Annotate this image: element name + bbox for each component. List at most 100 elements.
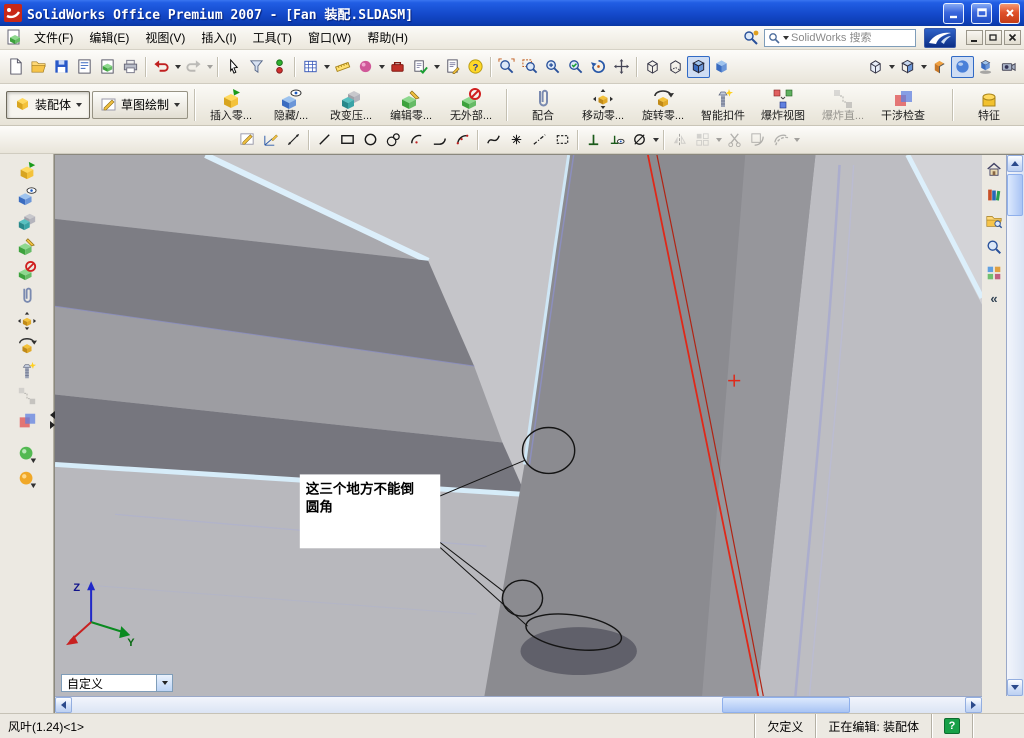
edit-part-button[interactable]	[14, 233, 40, 258]
mirror-entities-button[interactable]	[668, 129, 691, 151]
physical-simulation-button[interactable]	[14, 466, 40, 491]
menu-tools[interactable]: 工具(T)	[245, 26, 300, 49]
edit-part-button[interactable]: 编辑零...	[382, 86, 440, 124]
solidworks-resources-button[interactable]	[984, 159, 1004, 179]
vertical-scrollbar[interactable]	[1006, 155, 1024, 696]
selection-filter-button[interactable]	[245, 56, 268, 78]
dimension-caret-icon[interactable]	[651, 129, 660, 151]
scroll-up-button[interactable]	[1007, 155, 1023, 172]
offset-caret-icon[interactable]	[792, 129, 801, 151]
search-caret-icon[interactable]	[783, 35, 789, 40]
3point-arc-button[interactable]	[451, 129, 474, 151]
rotate-view-button[interactable]	[587, 56, 610, 78]
measure-button[interactable]	[331, 56, 354, 78]
shadows-button[interactable]	[974, 56, 997, 78]
make-assembly-button[interactable]	[96, 56, 119, 78]
rotate-component-button[interactable]	[14, 333, 40, 358]
vertical-scroll-thumb[interactable]	[1007, 174, 1023, 216]
appearance-caret-icon[interactable]	[377, 56, 386, 78]
task-pane-collapse-button[interactable]: «	[984, 289, 1004, 309]
redo-button[interactable]	[182, 56, 205, 78]
mate-button[interactable]: 配合	[514, 86, 572, 124]
panel-splitter[interactable]	[48, 406, 56, 434]
zoom-in-out-button[interactable]	[541, 56, 564, 78]
make-drawing-button[interactable]	[73, 56, 96, 78]
move-component-button[interactable]: 移动零...	[574, 86, 632, 124]
select-button[interactable]	[222, 56, 245, 78]
save-button[interactable]	[50, 56, 73, 78]
view-selector-dropdown-icon[interactable]	[156, 675, 172, 691]
shaded-with-edges-button[interactable]	[687, 55, 710, 78]
smart-dimension-button[interactable]	[282, 129, 305, 151]
print-button[interactable]	[119, 56, 142, 78]
standard-views-button[interactable]	[864, 56, 887, 78]
change-suppression-button[interactable]: 改变压...	[322, 86, 380, 124]
appearance-button[interactable]	[354, 56, 377, 78]
document-icon[interactable]	[6, 29, 23, 46]
view-selector[interactable]: 自定义	[61, 674, 173, 692]
hide-show-components-button[interactable]: 隐藏/...	[262, 86, 320, 124]
design-checker-caret-icon[interactable]	[432, 56, 441, 78]
menu-insert[interactable]: 插入(I)	[193, 26, 244, 49]
tangent-arc-button[interactable]	[428, 129, 451, 151]
scroll-down-button[interactable]	[1007, 679, 1023, 696]
linear-pattern-caret-icon[interactable]	[714, 129, 723, 151]
close-button[interactable]	[999, 2, 1020, 24]
no-external-references-button[interactable]: 无外部...	[442, 86, 500, 124]
new-document-button[interactable]	[4, 56, 27, 78]
tab-sketch[interactable]: 草图绘制	[92, 90, 189, 119]
design-checker-button[interactable]	[409, 56, 432, 78]
report-button[interactable]	[441, 56, 464, 78]
tab-assembly-caret-icon[interactable]	[76, 102, 83, 107]
zoom-to-selection-button[interactable]	[564, 56, 587, 78]
viewport-canvas[interactable]: 这三个地方不能倒 圆角 Z Y	[55, 155, 982, 696]
shaded-button[interactable]	[710, 56, 733, 78]
hidden-lines-button[interactable]	[664, 56, 687, 78]
file-explorer-button[interactable]	[984, 211, 1004, 231]
undo-caret-icon[interactable]	[173, 56, 182, 78]
smart-fasteners-button[interactable]: 智能扣件	[694, 86, 752, 124]
3d-sketch-button[interactable]	[259, 129, 282, 151]
search-input[interactable]	[791, 31, 912, 44]
menu-window[interactable]: 窗口(W)	[300, 26, 359, 49]
display-relations-button[interactable]	[605, 129, 628, 151]
centerline-button[interactable]	[528, 129, 551, 151]
design-library-button[interactable]	[984, 185, 1004, 205]
exploded-view-button[interactable]: 爆炸视图	[754, 86, 812, 124]
camera-views-button[interactable]	[997, 56, 1020, 78]
menu-edit[interactable]: 编辑(E)	[81, 26, 137, 49]
move-component-button[interactable]	[14, 308, 40, 333]
maximize-button[interactable]	[971, 2, 992, 24]
mate-button[interactable]	[14, 283, 40, 308]
horizontal-scroll-thumb[interactable]	[722, 697, 851, 713]
explode-line-sketch-button[interactable]	[14, 383, 40, 408]
menu-view[interactable]: 视图(V)	[137, 26, 193, 49]
sketch-button[interactable]	[236, 129, 259, 151]
toggle-selection-filters-button[interactable]	[268, 56, 291, 78]
rotate-component-button[interactable]: 旋转零...	[634, 86, 692, 124]
tab-assembly[interactable]: 装配体	[6, 90, 91, 119]
doc-restore-button[interactable]	[985, 30, 1002, 45]
point-button[interactable]	[505, 129, 528, 151]
tab-sketch-caret-icon[interactable]	[174, 102, 181, 107]
wireframe-button[interactable]	[641, 56, 664, 78]
section-view-button[interactable]	[928, 56, 951, 78]
add-relation-button[interactable]	[582, 129, 605, 151]
quick-tips-icon[interactable]: ?	[944, 718, 960, 734]
change-suppression-button[interactable]	[14, 208, 40, 233]
realview-button[interactable]	[951, 55, 974, 78]
display-style-button[interactable]	[896, 56, 919, 78]
view-palette-button[interactable]	[984, 263, 1004, 283]
no-external-references-button[interactable]	[14, 258, 40, 283]
design-binder-button[interactable]	[299, 56, 322, 78]
toolbox-button[interactable]	[386, 56, 409, 78]
line-button[interactable]	[313, 129, 336, 151]
pan-button[interactable]	[610, 56, 633, 78]
interference-detection-button[interactable]: 干涉检查	[874, 86, 932, 124]
hide-show-components-button[interactable]	[14, 183, 40, 208]
redo-caret-icon[interactable]	[205, 56, 214, 78]
dimension-diameter-button[interactable]	[628, 129, 651, 151]
insert-component-button[interactable]: 插入零...	[202, 86, 260, 124]
zoom-to-fit-button[interactable]	[495, 56, 518, 78]
offset-entities-button[interactable]	[769, 129, 792, 151]
